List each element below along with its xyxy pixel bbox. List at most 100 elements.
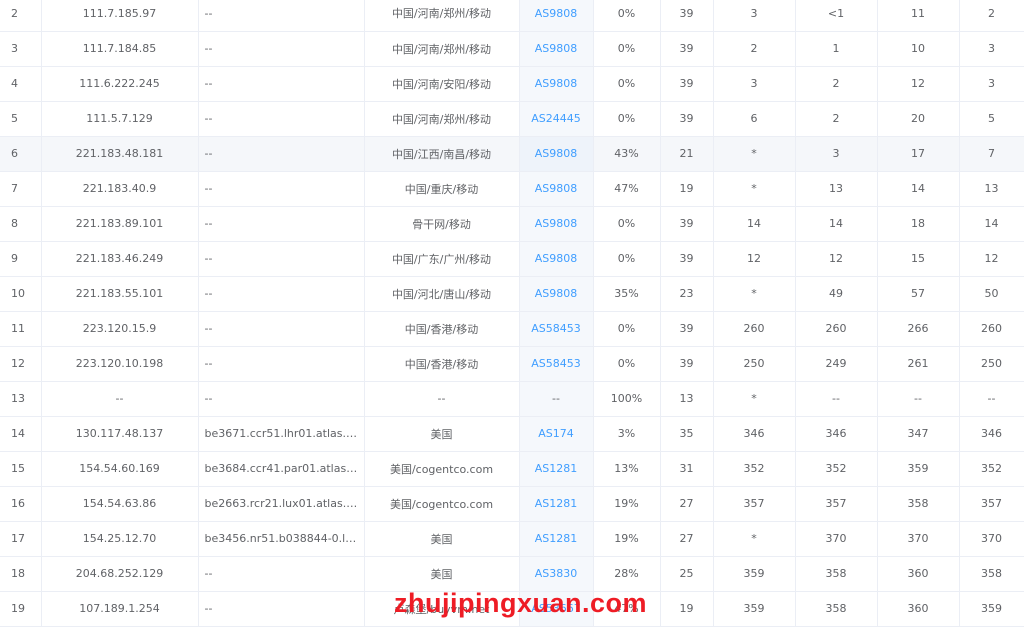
asn-link[interactable]: AS24445 <box>531 112 581 125</box>
ip-cell: -- <box>41 381 199 417</box>
sent-cell: 39 <box>660 31 714 67</box>
avg-cell: 347 <box>877 416 960 452</box>
table-row: 15 154.54.60.169 be3684.ccr41.par01.atlas.… <box>0 451 1024 487</box>
best-cell: 260 <box>795 311 878 347</box>
avg-cell: 18 <box>877 206 960 242</box>
asn-link[interactable]: AS1281 <box>535 532 578 545</box>
asn-link[interactable]: AS58453 <box>531 322 581 335</box>
loss-cell: 0% <box>593 241 661 277</box>
asn-link[interactable]: AS9808 <box>535 287 578 300</box>
best-cell: 1 <box>795 31 878 67</box>
asn-link[interactable]: AS9808 <box>535 42 578 55</box>
asn-cell: AS9808 <box>519 136 594 172</box>
hop-number-cell: 2 <box>0 0 42 32</box>
best-cell: 13 <box>795 171 878 207</box>
location-cell: 中国/河北/唐山/移动 <box>364 276 520 312</box>
sent-cell: 39 <box>660 66 714 102</box>
hostname-cell: -- <box>198 101 365 137</box>
best-cell: 358 <box>795 591 878 627</box>
asn-link[interactable]: AS1281 <box>535 462 578 475</box>
sent-cell: 39 <box>660 206 714 242</box>
asn-cell: AS58453 <box>519 311 594 347</box>
last-cell: 352 <box>713 451 796 487</box>
asn-cell: AS9808 <box>519 31 594 67</box>
asn-link[interactable]: AS9808 <box>535 7 578 20</box>
last-cell: 2 <box>713 31 796 67</box>
location-cell: 中国/香港/移动 <box>364 311 520 347</box>
asn-link[interactable]: AS9808 <box>535 147 578 160</box>
location-cell: 中国/河南/郑州/移动 <box>364 31 520 67</box>
last-cell: 6 <box>713 101 796 137</box>
last-cell: * <box>713 136 796 172</box>
location-cell: 中国/河南/安阳/移动 <box>364 66 520 102</box>
location-cell: 中国/重庆/移动 <box>364 171 520 207</box>
sent-cell: 13 <box>660 381 714 417</box>
location-cell: 骨干网/移动 <box>364 206 520 242</box>
sent-cell: 27 <box>660 486 714 522</box>
worst-cell: 370 <box>959 521 1024 557</box>
watermark: zhujipingxuan.com <box>394 588 648 618</box>
asn-cell: AS1281 <box>519 521 594 557</box>
sent-cell: 39 <box>660 311 714 347</box>
ip-cell: 204.68.252.129 <box>41 556 199 592</box>
loss-cell: 19% <box>593 521 661 557</box>
sent-cell: 39 <box>660 101 714 137</box>
location-cell: 美国/cogentco.com <box>364 451 520 487</box>
best-cell: 49 <box>795 276 878 312</box>
avg-cell: 360 <box>877 591 960 627</box>
location-cell: 美国 <box>364 556 520 592</box>
asn-cell: AS174 <box>519 416 594 452</box>
asn-cell: AS1281 <box>519 451 594 487</box>
best-cell: 352 <box>795 451 878 487</box>
asn-link[interactable]: AS3830 <box>535 567 578 580</box>
best-cell: 2 <box>795 66 878 102</box>
table-row: 12 223.120.10.198 -- 中国/香港/移动 AS58453 0% 39 250… <box>0 346 1024 382</box>
loss-cell: 3% <box>593 416 661 452</box>
last-cell: * <box>713 276 796 312</box>
sent-cell: 23 <box>660 276 714 312</box>
sent-cell: 39 <box>660 241 714 277</box>
avg-cell: 12 <box>877 66 960 102</box>
table-row: 17 154.25.12.70 be3456.nr51.b038844-0.lux0… <box>0 521 1024 557</box>
asn-link[interactable]: AS174 <box>538 427 574 440</box>
ip-cell: 111.7.185.97 <box>41 0 199 32</box>
last-cell: 12 <box>713 241 796 277</box>
asn-link[interactable]: AS9808 <box>535 217 578 230</box>
hostname-cell: -- <box>198 171 365 207</box>
asn-link[interactable]: AS9808 <box>535 77 578 90</box>
last-cell: 359 <box>713 591 796 627</box>
ip-cell: 111.5.7.129 <box>41 101 199 137</box>
best-cell: 2 <box>795 101 878 137</box>
sent-cell: 27 <box>660 521 714 557</box>
hop-number-cell: 15 <box>0 451 42 487</box>
best-cell: <1 <box>795 0 878 32</box>
loss-cell: 43% <box>593 136 661 172</box>
asn-link[interactable]: AS9808 <box>535 182 578 195</box>
location-cell: 中国/河南/郑州/移动 <box>364 0 520 32</box>
hop-number-cell: 12 <box>0 346 42 382</box>
hostname-cell: be2663.rcr21.lux01.atlas.coge... <box>198 486 365 522</box>
worst-cell: 3 <box>959 66 1024 102</box>
avg-cell: 20 <box>877 101 960 137</box>
location-cell: 中国/江西/南昌/移动 <box>364 136 520 172</box>
traceroute-rows: 2 111.7.185.97 -- 中国/河南/郑州/移动 AS9808 0% 39 3 <1 1… <box>0 0 1024 627</box>
last-cell: 14 <box>713 206 796 242</box>
hop-number-cell: 3 <box>0 31 42 67</box>
asn-link[interactable]: AS1281 <box>535 497 578 510</box>
avg-cell: 261 <box>877 346 960 382</box>
best-cell: 357 <box>795 486 878 522</box>
worst-cell: -- <box>959 381 1024 417</box>
asn-cell: AS3830 <box>519 556 594 592</box>
worst-cell: 3 <box>959 31 1024 67</box>
location-cell: 美国/cogentco.com <box>364 486 520 522</box>
loss-cell: 0% <box>593 346 661 382</box>
location-cell: 美国 <box>364 416 520 452</box>
avg-cell: 360 <box>877 556 960 592</box>
table-row: 4 111.6.222.245 -- 中国/河南/安阳/移动 AS9808 0% 39 3 2 1… <box>0 66 1024 102</box>
asn-link[interactable]: AS9808 <box>535 252 578 265</box>
table-row: 16 154.54.63.86 be2663.rcr21.lux01.atlas.c… <box>0 486 1024 522</box>
asn-link[interactable]: AS58453 <box>531 357 581 370</box>
loss-cell: 0% <box>593 31 661 67</box>
table-row: 7 221.183.40.9 -- 中国/重庆/移动 AS9808 47% 19 * 13 14 1… <box>0 171 1024 207</box>
ip-cell: 107.189.1.254 <box>41 591 199 627</box>
